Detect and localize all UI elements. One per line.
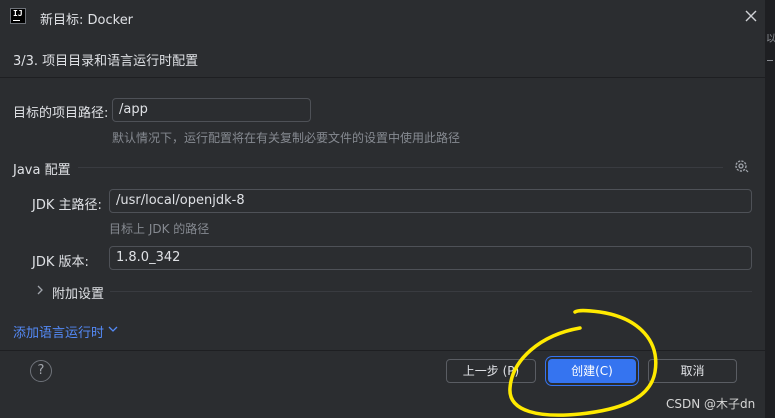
jdk-version-label: JDK 版本: xyxy=(32,255,89,270)
chevron-down-icon[interactable] xyxy=(108,325,118,333)
jdk-home-label: JDK 主路径: xyxy=(32,198,102,213)
window-title: 新目标: Docker xyxy=(40,13,134,28)
background-glyph: 以 xyxy=(766,34,775,45)
step-title: 3/3. 项目目录和语言运行时配置 xyxy=(13,54,199,69)
project-path-input[interactable]: /app xyxy=(112,98,311,122)
additional-settings-divider xyxy=(110,291,752,292)
watermark: CSDN @木子dn xyxy=(666,397,756,411)
project-path-label: 目标的项目路径: xyxy=(13,106,109,121)
add-language-runtime-link[interactable]: 添加语言运行时 xyxy=(13,322,104,341)
help-button[interactable]: ? xyxy=(30,360,52,382)
jdk-home-hint: 目标上 JDK 的路径 xyxy=(109,222,210,236)
annotation-circle-mark xyxy=(508,308,658,417)
java-section-title: Java 配置 xyxy=(13,163,71,178)
project-path-hint: 默认情况下，运行配置将在有关复制必要文件的设置中使用此路径 xyxy=(112,131,461,145)
gear-icon[interactable] xyxy=(733,158,749,174)
jdk-version-input[interactable]: 1.8.0_342 xyxy=(109,246,752,270)
intellij-logo-icon: IJ xyxy=(10,8,26,24)
background-edge xyxy=(765,0,775,418)
close-icon[interactable] xyxy=(744,9,758,23)
background-divider xyxy=(767,60,773,61)
additional-settings-toggle[interactable]: 附加设置 xyxy=(52,283,104,302)
add-runtime-label: 添加语言运行时 xyxy=(13,326,105,341)
chevron-right-icon[interactable] xyxy=(36,285,44,295)
jdk-home-input[interactable]: /usr/local/openjdk-8 xyxy=(109,189,752,213)
java-section-divider xyxy=(78,167,723,168)
